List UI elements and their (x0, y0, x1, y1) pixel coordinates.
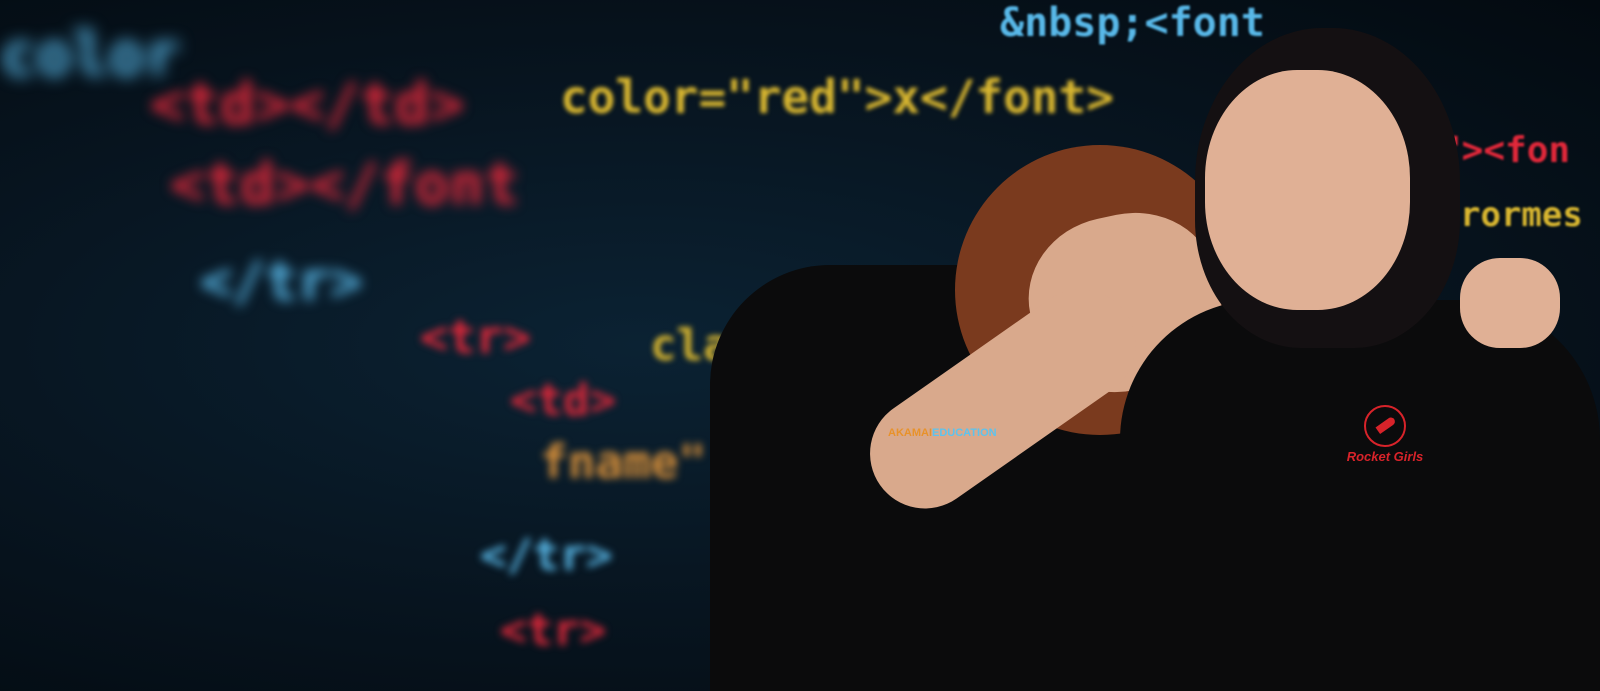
code-text: <tr> (500, 605, 606, 656)
rocket-icon (1364, 405, 1406, 447)
code-text: <tr> (420, 310, 531, 364)
code-text: color="red">x</font> (560, 70, 1114, 124)
code-text: </tr> (480, 530, 613, 581)
rocket-girls-logo: Rocket Girls (1345, 405, 1425, 464)
code-text: fname" (540, 435, 707, 489)
code-text: </tr> (200, 250, 363, 313)
code-text: <td></font (170, 150, 520, 218)
hero-banner: color &nbsp;<font color="red">x</font> <… (0, 0, 1600, 691)
code-text: &nbsp;<font (1000, 0, 1265, 46)
code-text: <td></td> (150, 70, 465, 138)
code-text: "><fon (1440, 130, 1571, 171)
code-text: <td> (510, 375, 616, 426)
code-text: rormes (1460, 195, 1583, 235)
akamai-education-logo: AKAMAIEDUCATION (888, 427, 997, 439)
